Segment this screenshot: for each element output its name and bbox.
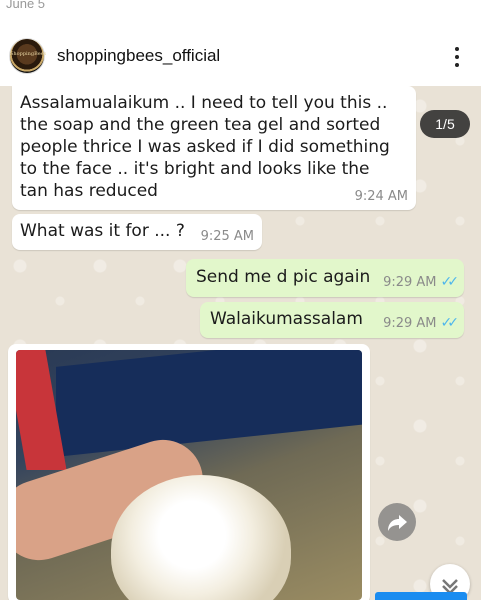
action-button[interactable] — [375, 592, 467, 600]
message-text: Assalamualaikum .. I need to tell you th… — [20, 93, 390, 201]
avatar-logo-text: ShoppingBees — [10, 51, 47, 57]
message-time: 9:25 AM — [200, 229, 254, 244]
message-bubble-incoming: What was it for ... ? 9:25 AM — [12, 214, 262, 250]
image-message-bubble[interactable] — [8, 344, 370, 600]
message-bubble-outgoing: Send me d pic again 9:29 AM ✓✓ — [186, 259, 464, 297]
message-time: 9:29 AM — [383, 275, 437, 290]
share-forward-icon[interactable] — [378, 503, 416, 541]
read-receipt-icon: ✓✓ — [440, 315, 460, 331]
soap-photo[interactable] — [16, 350, 362, 600]
message-text: Send me d pic again — [196, 267, 371, 287]
more-vertical-icon[interactable] — [447, 44, 467, 70]
read-receipt-icon: ✓✓ — [440, 274, 460, 290]
carousel-counter: 1/5 — [420, 110, 470, 138]
message-text: What was it for ... ? — [20, 221, 185, 241]
post-image-chat-screenshot[interactable]: Assalamualaikum .. I need to tell you th… — [0, 86, 481, 600]
message-meta: 9:29 AM ✓✓ — [383, 274, 460, 290]
post-date: June 5 — [6, 0, 46, 11]
photo-background-cloth — [56, 350, 362, 457]
message-text: Walaikumassalam — [210, 309, 363, 329]
message-bubble-outgoing: Walaikumassalam 9:29 AM ✓✓ — [200, 302, 464, 338]
message-time: 9:29 AM — [383, 316, 437, 331]
message-bubble-incoming: Assalamualaikum .. I need to tell you th… — [12, 86, 416, 210]
username[interactable]: shoppingbees_official — [57, 46, 220, 66]
post-header: ShoppingBees shoppingbees_official — [0, 30, 481, 86]
avatar[interactable]: ShoppingBees — [9, 38, 47, 74]
message-meta: 9:29 AM ✓✓ — [383, 315, 460, 331]
message-time: 9:24 AM — [354, 189, 408, 204]
